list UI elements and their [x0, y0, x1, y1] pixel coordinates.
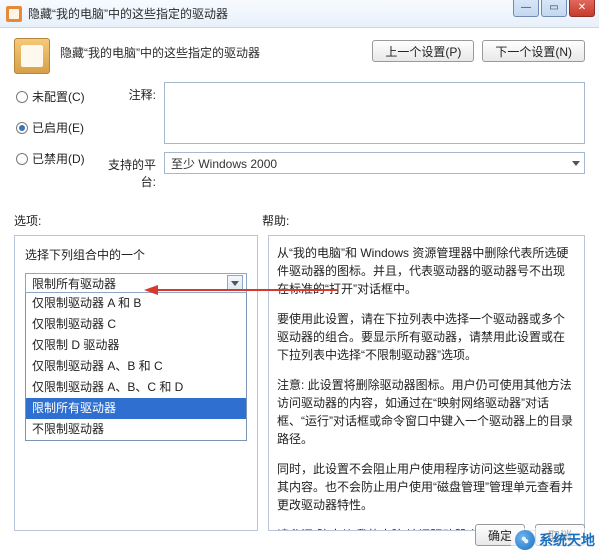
platform-value: 至少 Windows 2000: [171, 155, 277, 172]
window-controls: — ▭ ✕: [513, 0, 595, 17]
comment-label: 注释:: [94, 82, 164, 103]
radio-disabled[interactable]: 已禁用(D): [16, 150, 94, 167]
help-panel: 从“我的电脑”和 Windows 资源管理器中删除代表所选硬件驱动器的图标。并且…: [268, 235, 585, 531]
drive-combo[interactable]: 限制所有驱动器: [25, 273, 247, 293]
close-button[interactable]: ✕: [569, 0, 595, 17]
platform-select[interactable]: 至少 Windows 2000: [164, 152, 585, 174]
chevron-down-icon: [231, 281, 239, 286]
dropdown-item[interactable]: 不限制驱动器: [26, 419, 246, 440]
comment-textarea[interactable]: [164, 82, 585, 144]
dropdown-item[interactable]: 仅限制驱动器 A、B、C 和 D: [26, 377, 246, 398]
radio-label: 已禁用(D): [32, 150, 85, 167]
radio-label: 已启用(E): [32, 119, 84, 136]
window-icon: [6, 6, 22, 22]
options-panel: 选择下列组合中的一个 限制所有驱动器 仅限制驱动器 A 和 B仅限制驱动器 C仅…: [14, 235, 258, 531]
dropdown-item[interactable]: 仅限制驱动器 A 和 B: [26, 293, 246, 314]
watermark: 系统天地: [511, 528, 599, 552]
help-paragraph: 从“我的电脑”和 Windows 资源管理器中删除代表所选硬件驱动器的图标。并且…: [277, 244, 576, 298]
help-paragraph: 同时，此设置不会阻止用户使用程序访问这些驱动器或其内容。也不会防止用户使用“磁盘…: [277, 460, 576, 514]
radio-enabled[interactable]: 已启用(E): [16, 119, 94, 136]
maximize-button[interactable]: ▭: [541, 0, 567, 17]
radio-icon: [16, 91, 28, 103]
dropdown-item[interactable]: 仅限制驱动器 A、B 和 C: [26, 356, 246, 377]
options-section-label: 选项:: [14, 212, 262, 229]
radio-unconfigured[interactable]: 未配置(C): [16, 88, 94, 105]
radio-icon: [16, 122, 28, 134]
minimize-button[interactable]: —: [513, 0, 539, 17]
help-section-label: 帮助:: [262, 212, 289, 229]
window-title: 隐藏“我的电脑”中的这些指定的驱动器: [28, 5, 228, 22]
platform-label: 支持的平台:: [94, 152, 164, 190]
chevron-down-icon: [572, 161, 580, 166]
drive-dropdown: 仅限制驱动器 A 和 B仅限制驱动器 C仅限制 D 驱动器仅限制驱动器 A、B …: [25, 293, 247, 441]
radio-icon: [16, 153, 28, 165]
watermark-globe-icon: [515, 530, 535, 550]
help-paragraph: 要使用此设置，请在下拉列表中选择一个驱动器或多个驱动器的组合。要显示所有驱动器，…: [277, 310, 576, 364]
prev-setting-button[interactable]: 上一个设置(P): [372, 40, 474, 62]
watermark-text: 系统天地: [539, 530, 595, 550]
help-paragraph: 注意: 此设置将删除驱动器图标。用户仍可使用其他方法访问驱动器的内容，如通过在“…: [277, 376, 576, 448]
titlebar: 隐藏“我的电脑”中的这些指定的驱动器 — ▭ ✕: [0, 0, 599, 28]
options-heading: 选择下列组合中的一个: [25, 246, 249, 263]
combo-value: 限制所有驱动器: [32, 275, 116, 292]
radio-label: 未配置(C): [32, 88, 85, 105]
combo-chevron: [227, 275, 243, 291]
dropdown-item[interactable]: 限制所有驱动器: [26, 398, 246, 419]
dropdown-item[interactable]: 仅限制驱动器 C: [26, 314, 246, 335]
next-setting-button[interactable]: 下一个设置(N): [482, 40, 585, 62]
policy-icon: [14, 38, 50, 74]
dropdown-item[interactable]: 仅限制 D 驱动器: [26, 335, 246, 356]
page-title: 隐藏“我的电脑”中的这些指定的驱动器: [60, 38, 362, 61]
